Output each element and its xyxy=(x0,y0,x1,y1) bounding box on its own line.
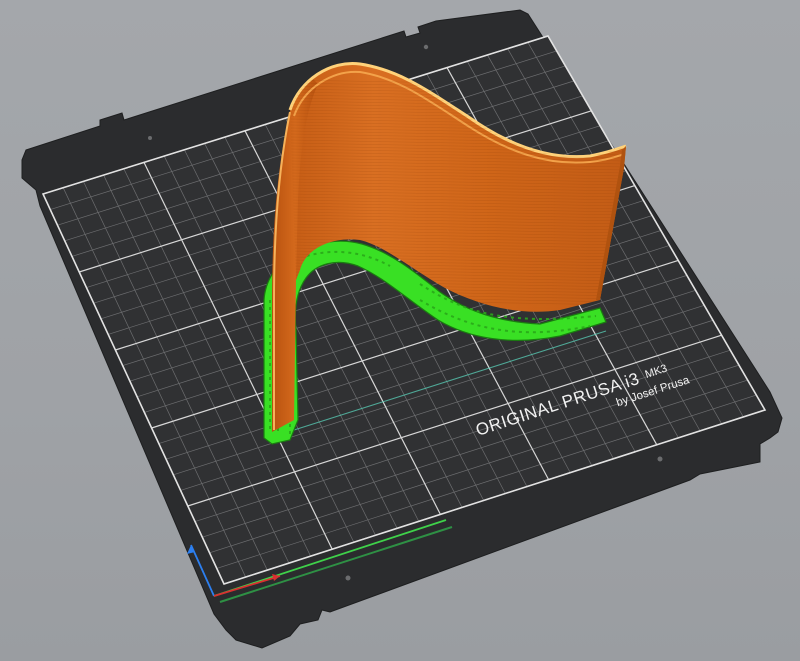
hole-3 xyxy=(345,575,351,581)
build-plate-scene[interactable]: ORIGINAL PRUSA i3 MK3 by Josef Prusa xyxy=(0,0,800,661)
hole-1 xyxy=(423,44,429,50)
3d-viewport[interactable]: ORIGINAL PRUSA i3 MK3 by Josef Prusa xyxy=(0,0,800,661)
hole-2 xyxy=(148,136,152,140)
hole-4 xyxy=(657,456,663,462)
